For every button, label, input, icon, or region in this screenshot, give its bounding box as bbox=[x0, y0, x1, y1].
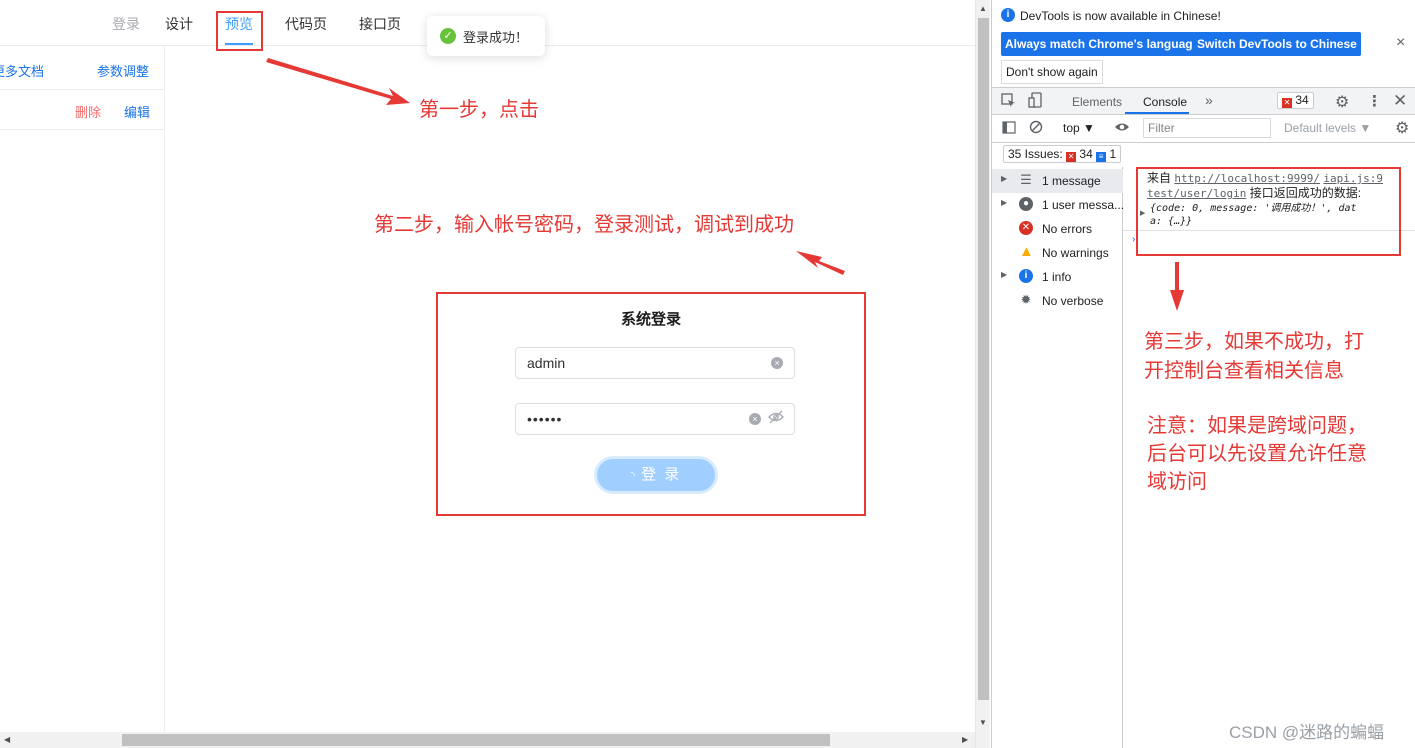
note-line-3: 域访问 bbox=[1147, 471, 1207, 493]
annotation-step3: 第三步，如果不成功，打 开控制台查看相关信息 bbox=[1144, 328, 1364, 386]
note-line-2: 后台可以先设置允许任意 bbox=[1147, 443, 1367, 465]
csdn-watermark: CSDN @迷路的蝙蝠 bbox=[1229, 723, 1385, 742]
arrow-step3 bbox=[1170, 262, 1184, 311]
arrow-step1 bbox=[266, 58, 410, 105]
step3-line-2: 开控制台查看相关信息 bbox=[1144, 360, 1344, 382]
note-line-1: 注意：如果是跨域问题， bbox=[1147, 415, 1367, 437]
annotation-step2: 第二步，输入帐号密码，登录测试，调试到成功 bbox=[374, 214, 794, 236]
arrow-step2 bbox=[796, 251, 845, 275]
annotation-note: 注意：如果是跨域问题， 后台可以先设置允许任意 域访问 bbox=[1147, 412, 1367, 496]
step3-line-1: 第三步，如果不成功，打 bbox=[1144, 331, 1364, 353]
annotation-step1: 第一步，点击 bbox=[419, 99, 539, 121]
